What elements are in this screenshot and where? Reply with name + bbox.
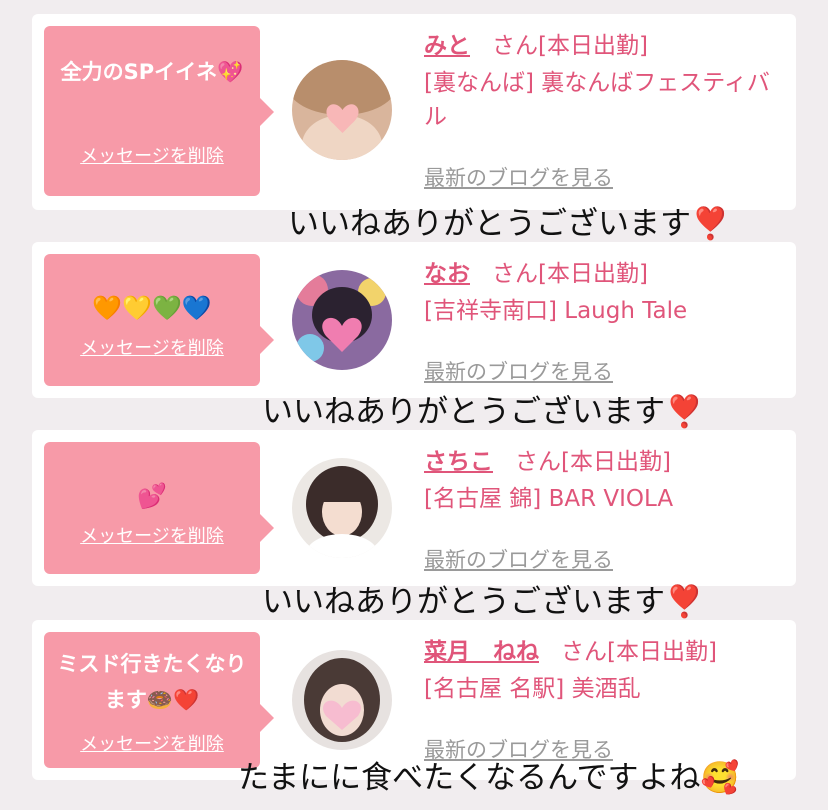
cast-status: さん[本日出勤] bbox=[561, 639, 717, 665]
cast-status: さん[本日出勤] bbox=[492, 33, 648, 59]
avatar[interactable] bbox=[292, 650, 392, 750]
reply-text: たまにに食べたくなるんですよね🥰 bbox=[238, 760, 740, 796]
message-text: 💕 bbox=[137, 482, 167, 510]
shop-name: [名古屋 名駅] 美酒乱 bbox=[424, 676, 641, 702]
message-card: 💕 メッセージを削除 さちこ さん[本日出勤] [名古屋 錦] BAR VIOLA… bbox=[32, 430, 796, 586]
shop-name: [名古屋 錦] BAR VIOLA bbox=[424, 486, 674, 512]
cast-name-link[interactable]: みと bbox=[424, 33, 470, 59]
message-card: ミスド行きたくなります🍩❤️ メッセージを削除 菜月 ねね さん[本日出勤] [名… bbox=[32, 620, 796, 780]
latest-blog-link[interactable]: 最新のブログを見る bbox=[424, 544, 613, 574]
shop-name: [吉祥寺南口] Laugh Tale bbox=[424, 298, 688, 324]
message-card: 全力のSPイイネ💖 メッセージを削除 みと さん[本日出勤] [裏なんば] 裏なん… bbox=[32, 14, 796, 210]
delete-message-link[interactable]: メッセージを削除 bbox=[44, 730, 260, 756]
cast-name-link[interactable]: さちこ bbox=[424, 449, 493, 475]
delete-message-link[interactable]: メッセージを削除 bbox=[44, 522, 260, 548]
cast-status: さん[本日出勤] bbox=[515, 449, 671, 475]
message-card: 🧡💛💚💙 メッセージを削除 なお さん[本日出勤] [吉祥寺南口] Laugh T… bbox=[32, 242, 796, 398]
latest-blog-link[interactable]: 最新のブログを見る bbox=[424, 356, 613, 386]
cast-line: なお さん[本日出勤] bbox=[424, 256, 774, 292]
message-bubble: 🧡💛💚💙 メッセージを削除 bbox=[44, 254, 274, 386]
reply-text: いいねありがとうございます❣️ bbox=[288, 206, 730, 242]
message-bubble: 全力のSPイイネ💖 メッセージを削除 bbox=[44, 26, 274, 196]
cast-info: みと さん[本日出勤] [裏なんば] 裏なんばフェスティバル bbox=[424, 28, 774, 134]
latest-blog-link[interactable]: 最新のブログを見る bbox=[424, 162, 613, 192]
message-bubble: 💕 メッセージを削除 bbox=[44, 442, 274, 574]
message-text: 🧡💛💚💙 bbox=[92, 294, 212, 322]
cast-name-link[interactable]: 菜月 ねね bbox=[424, 639, 539, 665]
cast-status: さん[本日出勤] bbox=[492, 261, 648, 287]
cast-info: なお さん[本日出勤] [吉祥寺南口] Laugh Tale bbox=[424, 256, 774, 328]
delete-message-link[interactable]: メッセージを削除 bbox=[44, 334, 260, 360]
message-text: 全力のSPイイネ💖 bbox=[60, 60, 244, 84]
avatar[interactable] bbox=[292, 458, 392, 558]
cast-info: さちこ さん[本日出勤] [名古屋 錦] BAR VIOLA bbox=[424, 444, 774, 516]
reply-text: いいねありがとうございます❣️ bbox=[262, 584, 704, 620]
avatar[interactable] bbox=[292, 60, 392, 160]
cast-line: みと さん[本日出勤] bbox=[424, 28, 774, 64]
cast-info: 菜月 ねね さん[本日出勤] [名古屋 名駅] 美酒乱 bbox=[424, 634, 774, 706]
cast-line: 菜月 ねね さん[本日出勤] bbox=[424, 634, 774, 670]
shop-name: [裏なんば] 裏なんばフェスティバル bbox=[424, 70, 770, 130]
avatar[interactable] bbox=[292, 270, 392, 370]
delete-message-link[interactable]: メッセージを削除 bbox=[44, 142, 260, 168]
cast-name-link[interactable]: なお bbox=[424, 261, 470, 287]
message-bubble: ミスド行きたくなります🍩❤️ メッセージを削除 bbox=[44, 632, 274, 768]
message-text: ミスド行きたくなります🍩❤️ bbox=[57, 652, 247, 712]
reply-text: いいねありがとうございます❣️ bbox=[262, 394, 704, 430]
cast-line: さちこ さん[本日出勤] bbox=[424, 444, 774, 480]
